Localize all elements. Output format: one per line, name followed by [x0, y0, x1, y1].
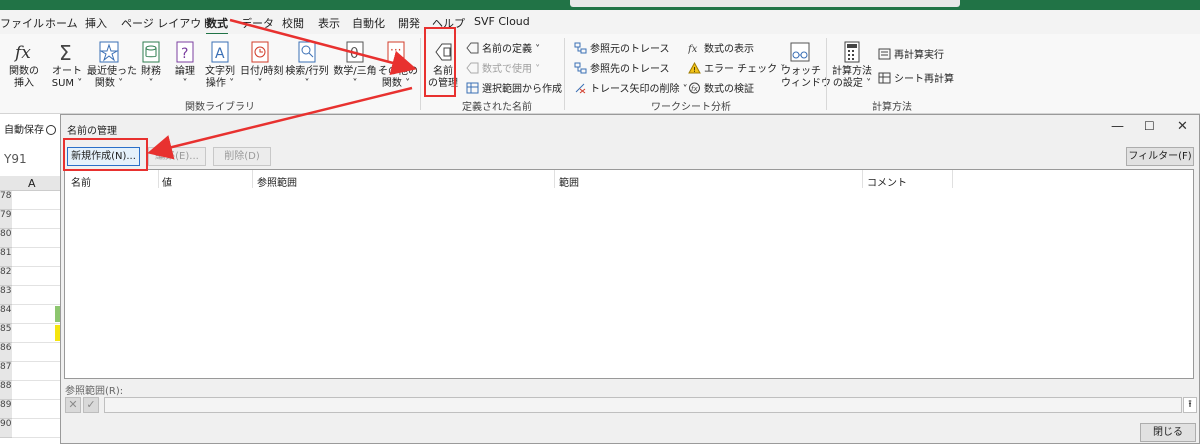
arrow-to-name-manager: [229, 18, 417, 75]
annotation-arrows: [147, 18, 417, 160]
arrow-to-new-button: [147, 86, 413, 160]
